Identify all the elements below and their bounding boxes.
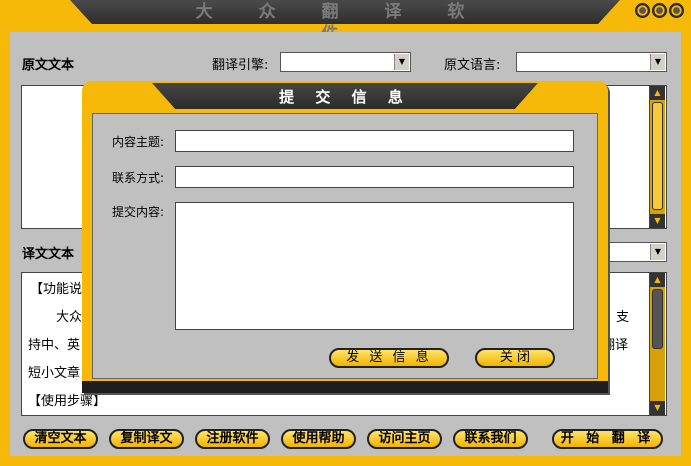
scroll-up-icon[interactable]: ▲ — [650, 86, 665, 100]
copy-translation-button[interactable]: 复制译文 — [109, 429, 184, 449]
content-label: 提交内容: — [112, 205, 165, 219]
close-icon[interactable] — [670, 4, 683, 17]
register-button[interactable]: 注册软件 — [195, 429, 270, 449]
engine-label: 翻译引擎: — [212, 58, 269, 73]
dialog-close-button[interactable]: 关 闭 — [475, 348, 555, 368]
chevron-down-icon[interactable]: ▼ — [650, 54, 665, 70]
chevron-down-icon[interactable]: ▼ — [650, 244, 665, 260]
output-line: 短小文章 — [28, 366, 81, 381]
engine-select[interactable]: ▼ — [280, 52, 411, 72]
chevron-down-icon[interactable]: ▼ — [394, 54, 409, 70]
scroll-down-icon[interactable]: ▼ — [650, 214, 665, 228]
output-line: 大众 — [56, 310, 83, 325]
scroll-up-icon[interactable]: ▲ — [650, 273, 665, 287]
output-line: 持中、英 — [28, 338, 81, 353]
source-text-label: 原文文本 — [22, 58, 75, 73]
scroll-thumb[interactable] — [652, 289, 663, 349]
dialog-title: 提 交 信 息 — [279, 88, 411, 106]
scroll-down-icon[interactable]: ▼ — [650, 401, 665, 415]
minimize-icon[interactable] — [636, 4, 649, 17]
submit-info-dialog: 提 交 信 息 内容主题: 联系方式: 提交内容: 发 送 信 息 关 闭 — [82, 81, 608, 393]
contact-method-label: 联系方式: — [112, 171, 165, 185]
source-scrollbar[interactable]: ▲ ▼ — [649, 86, 665, 228]
target-language-select[interactable]: ▼ — [606, 242, 667, 262]
subject-input[interactable] — [175, 130, 574, 152]
clear-text-button[interactable]: 清空文本 — [23, 429, 98, 449]
dialog-title-bar[interactable]: 提 交 信 息 — [152, 83, 538, 109]
help-button[interactable]: 使用帮助 — [281, 429, 356, 449]
window-controls — [636, 4, 683, 17]
source-language-label: 原文语言: — [444, 58, 501, 73]
source-language-select[interactable]: ▼ — [516, 52, 667, 72]
contact-us-button[interactable]: 联系我们 — [453, 429, 528, 449]
scroll-thumb[interactable] — [652, 102, 663, 210]
window-title: 大 众 翻 译 软 件 — [195, 2, 485, 44]
start-translate-button[interactable]: 开 始 翻 译 — [552, 429, 663, 449]
dialog-body: 内容主题: 联系方式: 提交内容: 发 送 信 息 关 闭 — [92, 113, 598, 379]
content-textarea[interactable] — [175, 202, 574, 330]
home-page-button[interactable]: 访问主页 — [367, 429, 442, 449]
output-line: 支 — [616, 310, 630, 325]
target-text-label: 译文文本 — [22, 247, 75, 262]
maximize-icon[interactable] — [653, 4, 666, 17]
subject-label: 内容主题: — [112, 135, 165, 149]
send-info-button[interactable]: 发 送 信 息 — [329, 348, 449, 368]
output-line: 【功能说 — [30, 282, 83, 297]
contact-method-input[interactable] — [175, 166, 574, 188]
target-scrollbar[interactable]: ▲ ▼ — [649, 273, 665, 415]
dialog-bottom-bar — [82, 381, 608, 393]
